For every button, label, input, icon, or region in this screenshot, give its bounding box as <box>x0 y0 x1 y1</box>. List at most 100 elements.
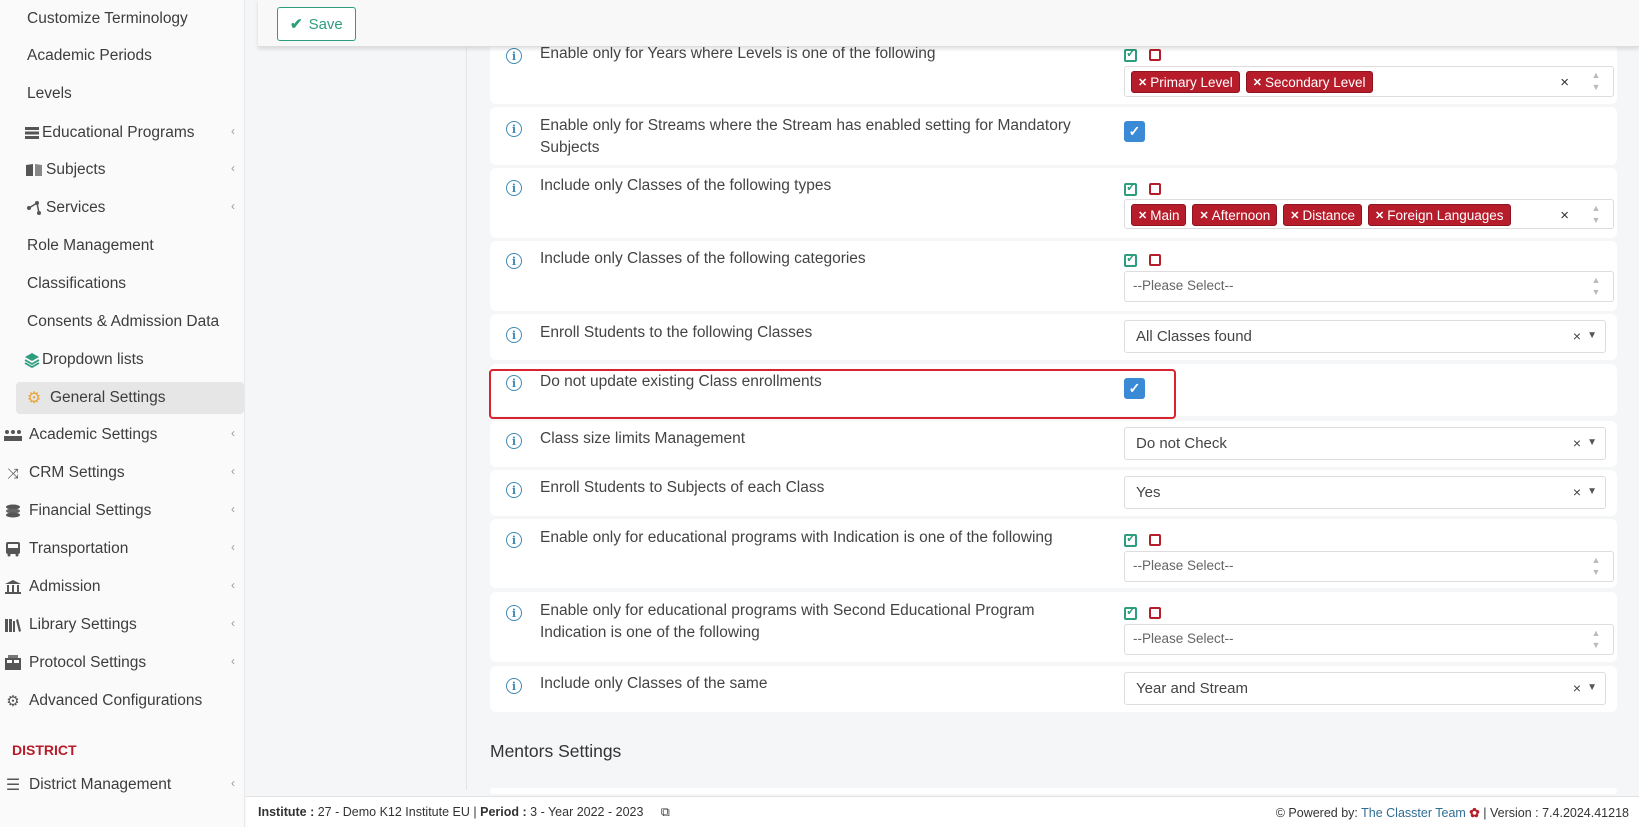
info-icon[interactable]: i <box>506 532 522 548</box>
info-icon[interactable]: i <box>506 180 522 196</box>
sidebar-item-crm-settings[interactable]: ⤨ CRM Settings ‹ <box>0 457 245 489</box>
server-icon <box>22 124 42 142</box>
chevron-down-icon[interactable]: ▼ <box>1587 682 1597 693</box>
bus-icon <box>3 540 23 558</box>
info-icon[interactable]: i <box>506 433 522 449</box>
sidebar-item-consents[interactable]: Consents & Admission Data <box>0 306 245 338</box>
scroll-arrows-icon[interactable]: ▲ ▼ <box>1587 274 1605 300</box>
class-categories-multiselect[interactable]: --Please Select-- ▲ ▼ <box>1124 271 1614 302</box>
tag[interactable]: ✕ Distance <box>1283 204 1362 226</box>
sidebar-item-admission[interactable]: Admission ‹ <box>0 571 245 603</box>
info-icon[interactable]: i <box>506 375 522 391</box>
sidebar-item-services[interactable]: Services ‹ <box>0 192 245 224</box>
scroll-arrows-icon[interactable]: ▲ ▼ <box>1587 554 1605 580</box>
enroll-subjects-select[interactable]: Yes × ▼ <box>1124 476 1606 509</box>
select-all-icon[interactable] <box>1124 604 1137 620</box>
sidebar-item-library-settings[interactable]: Library Settings ‹ <box>0 609 245 641</box>
deselect-all-icon[interactable] <box>1149 49 1161 62</box>
select-all-icon[interactable] <box>1124 46 1137 62</box>
setting-label: Class size limits Management <box>540 430 746 447</box>
remove-icon[interactable]: ✕ <box>1138 209 1147 222</box>
mentors-settings-title: Mentors Settings <box>490 741 622 761</box>
tag[interactable]: ✕ Secondary Level <box>1245 71 1373 93</box>
sidebar-item-protocol-settings[interactable]: Protocol Settings ‹ <box>0 647 245 679</box>
setting-label: Enable only for Streams where the Stream… <box>540 117 1071 156</box>
team-link[interactable]: The Classter Team <box>1361 806 1466 820</box>
sidebar-item-subjects[interactable]: Subjects ‹ <box>0 154 245 186</box>
class-types-multiselect[interactable]: ✕ Main ✕ Afternoon ✕ Distance ✕ Foreign Languag… <box>1124 199 1614 229</box>
tag[interactable]: ✕ Foreign Languages <box>1368 204 1511 226</box>
sidebar-item-academic-periods[interactable]: Academic Periods <box>0 40 245 72</box>
info-icon[interactable]: i <box>506 121 522 137</box>
sidebar-item-levels[interactable]: Levels <box>0 78 245 110</box>
chevron-left-icon: ‹ <box>231 199 235 213</box>
info-icon[interactable]: i <box>506 678 522 694</box>
sidebar-item-advanced-configurations[interactable]: ⚙ Advanced Configurations <box>0 685 245 717</box>
include-same-select[interactable]: Year and Stream × ▼ <box>1124 672 1606 705</box>
scroll-arrows-icon[interactable]: ▲ ▼ <box>1587 627 1605 653</box>
info-icon[interactable]: i <box>506 482 522 498</box>
deselect-all-icon[interactable] <box>1149 183 1161 196</box>
sidebar-item-customize-terminology[interactable]: Customize Terminology <box>0 3 245 35</box>
save-button[interactable]: ✔ Save <box>277 7 356 41</box>
sidebar-item-financial-settings[interactable]: Financial Settings ‹ <box>0 495 245 527</box>
chevron-down-icon[interactable]: ▼ <box>1587 486 1597 497</box>
sidebar-item-classifications[interactable]: Classifications <box>0 268 245 300</box>
deselect-all-icon[interactable] <box>1149 607 1161 620</box>
chevron-down-icon[interactable]: ▼ <box>1587 330 1597 341</box>
levels-multiselect[interactable]: ✕ Primary Level ✕ Secondary Level × ▲ ▼ <box>1124 66 1614 97</box>
sidebar-item-academic-settings[interactable]: Academic Settings ‹ <box>0 419 245 451</box>
select-all-icon[interactable] <box>1124 180 1137 196</box>
scroll-arrows-icon[interactable]: ▲ ▼ <box>1587 69 1605 95</box>
chevron-left-icon: ‹ <box>231 578 235 592</box>
sidebar-item-role-management[interactable]: Role Management <box>0 230 245 262</box>
info-icon[interactable]: i <box>506 253 522 269</box>
clear-icon[interactable]: × <box>1560 74 1569 91</box>
remove-icon[interactable]: ✕ <box>1199 209 1208 222</box>
tag[interactable]: ✕ Afternoon <box>1192 204 1278 226</box>
remove-icon[interactable]: ✕ <box>1290 209 1299 222</box>
tag[interactable]: ✕ Primary Level <box>1131 71 1240 93</box>
institution-icon <box>3 578 23 596</box>
sidebar-item-educational-programs[interactable]: Educational Programs ‹ <box>0 117 245 149</box>
remove-icon[interactable]: ✕ <box>1253 76 1262 89</box>
sidebar-item-transportation[interactable]: Transportation ‹ <box>0 533 245 565</box>
tag[interactable]: ✕ Main <box>1131 204 1187 226</box>
settings-panel: i Enable only for Years where Levels is … <box>466 0 1639 794</box>
sidebar-item-label: District Management <box>29 776 172 793</box>
clear-icon[interactable]: × <box>1573 680 1581 696</box>
sidebar-item-dropdown-lists[interactable]: Dropdown lists <box>0 344 245 376</box>
clear-icon[interactable]: × <box>1573 435 1581 451</box>
sidebar-item-district-management[interactable]: ☰ District Management ‹ <box>0 769 245 801</box>
scroll-arrows-icon[interactable]: ▲ ▼ <box>1587 202 1605 228</box>
second-indication-multiselect[interactable]: --Please Select-- ▲ ▼ <box>1124 624 1614 655</box>
sidebar-item-general-settings[interactable]: ⚙ General Settings <box>16 382 244 414</box>
info-icon[interactable]: i <box>506 327 522 343</box>
indication-multiselect[interactable]: --Please Select-- ▲ ▼ <box>1124 551 1614 582</box>
enroll-classes-select[interactable]: All Classes found × ▼ <box>1124 320 1606 353</box>
clear-icon[interactable]: × <box>1560 207 1569 224</box>
select-all-icon[interactable] <box>1124 251 1137 267</box>
clear-icon[interactable]: × <box>1573 484 1581 500</box>
copy-icon[interactable]: ⧉ <box>661 805 670 819</box>
do-not-update-checkbox[interactable]: ✓ <box>1124 378 1145 399</box>
chevron-left-icon: ‹ <box>231 464 235 478</box>
shuffle-icon: ⤨ <box>7 464 19 481</box>
sidebar-item-label: Transportation <box>29 540 129 557</box>
streams-checkbox[interactable]: ✓ <box>1124 121 1145 142</box>
info-icon[interactable]: i <box>506 605 522 621</box>
class-size-select[interactable]: Do not Check × ▼ <box>1124 427 1606 460</box>
clear-icon[interactable]: × <box>1573 328 1581 344</box>
chevron-left-icon: ‹ <box>231 161 235 175</box>
chevron-down-icon[interactable]: ▼ <box>1587 437 1597 448</box>
select-all-icon[interactable] <box>1124 531 1137 547</box>
select-toggles <box>1124 604 1161 621</box>
remove-icon[interactable]: ✕ <box>1375 209 1384 222</box>
deselect-all-icon[interactable] <box>1149 534 1161 547</box>
deselect-all-icon[interactable] <box>1149 254 1161 267</box>
chevron-left-icon: ‹ <box>231 502 235 516</box>
period-label: Period : <box>480 805 527 819</box>
info-icon[interactable]: i <box>506 48 522 64</box>
setting-row-do-not-update: i Do not update existing Class enrollmen… <box>490 364 1617 416</box>
remove-icon[interactable]: ✕ <box>1138 76 1147 89</box>
